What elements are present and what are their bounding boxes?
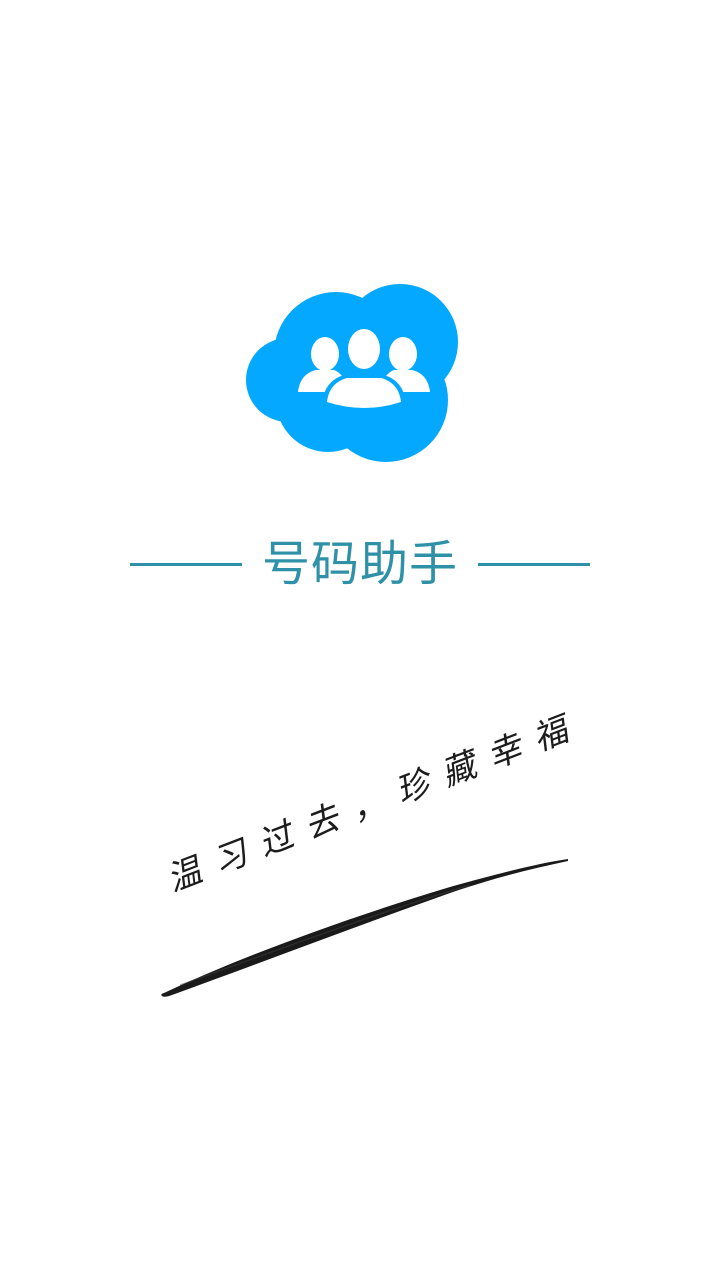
title-row: 号码助手	[0, 528, 720, 600]
app-title: 号码助手	[261, 536, 458, 592]
brush-stroke-underline	[161, 859, 569, 997]
cloud-contacts-icon	[246, 284, 458, 462]
title-right-rule	[478, 563, 590, 566]
title-left-rule	[130, 563, 242, 566]
